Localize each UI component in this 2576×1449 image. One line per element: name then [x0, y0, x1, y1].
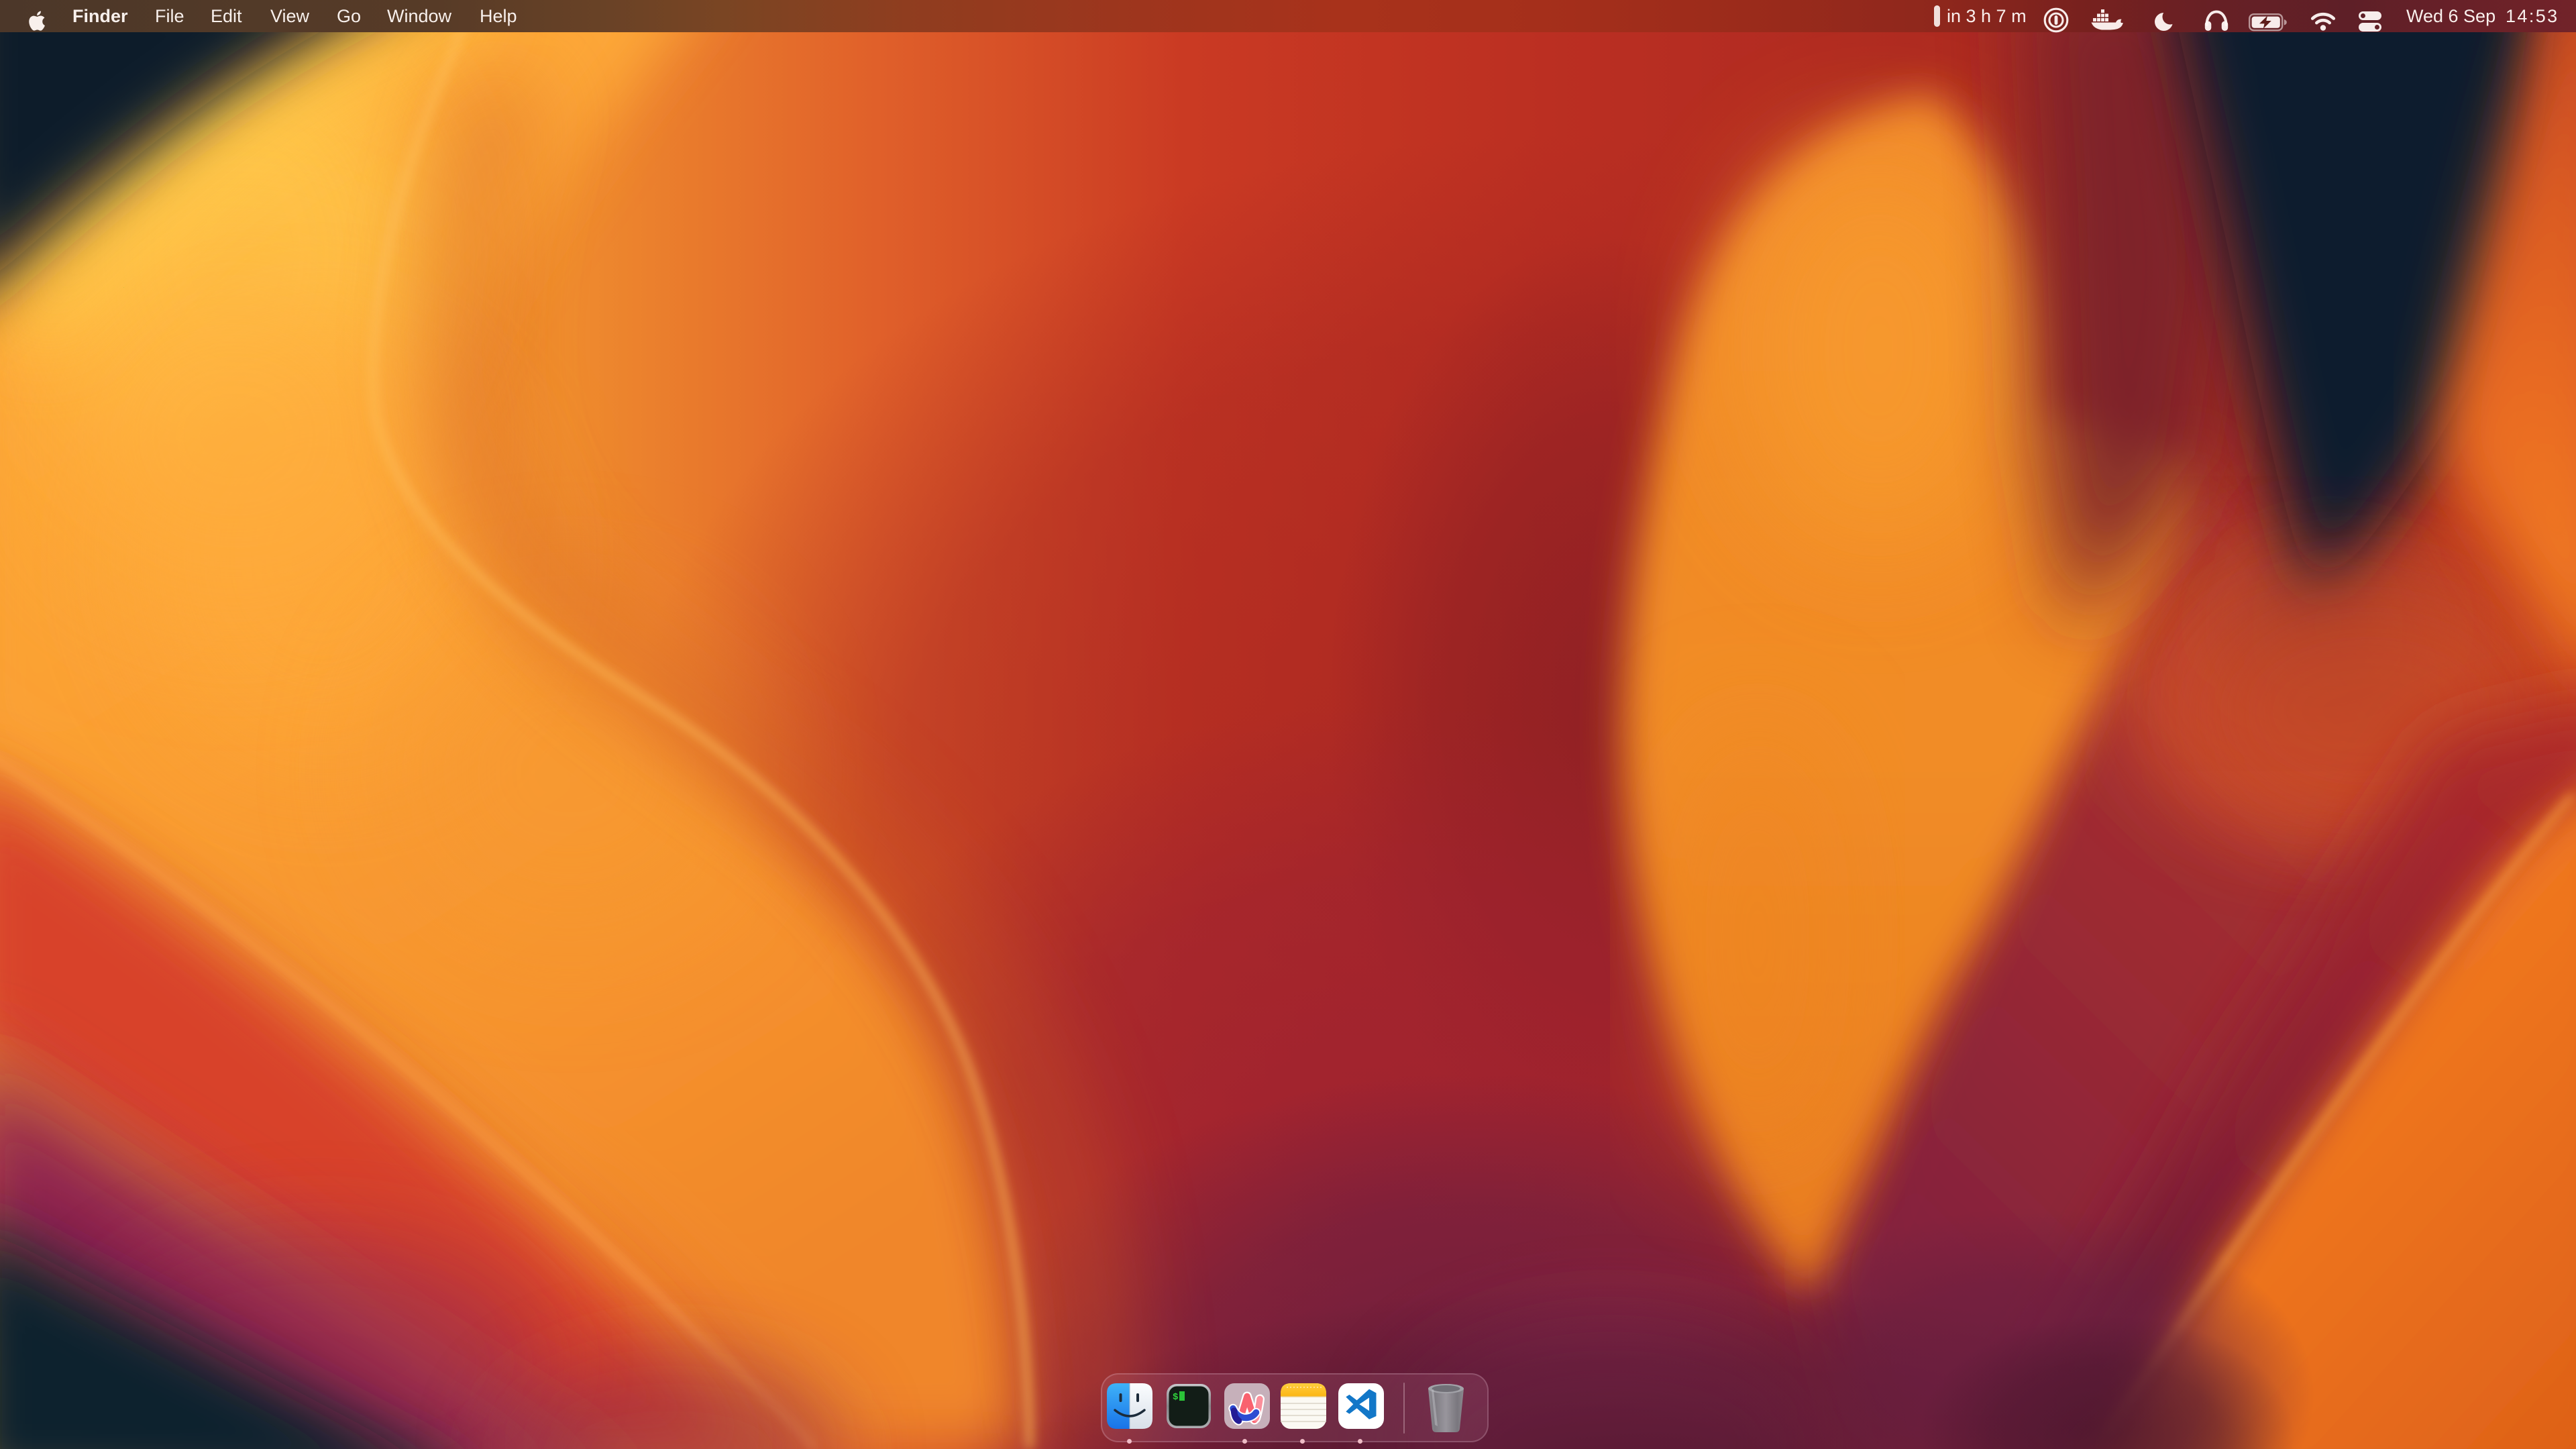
svg-text:$: $ — [1173, 1392, 1178, 1403]
